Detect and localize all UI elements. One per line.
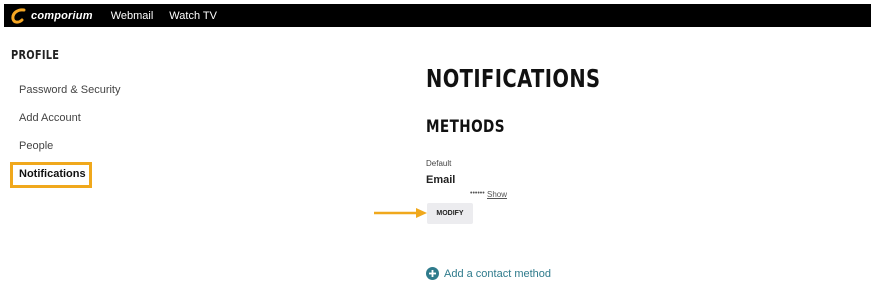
show-link[interactable]: Show xyxy=(487,190,507,199)
nav-link-webmail[interactable]: Webmail xyxy=(111,10,154,22)
add-contact-label: Add a contact method xyxy=(444,267,552,280)
comporium-logo[interactable]: comporium xyxy=(10,4,93,27)
sidebar-heading: PROFILE xyxy=(11,48,60,62)
plus-circle-icon xyxy=(426,267,439,280)
masked-value: •••••• xyxy=(470,190,485,197)
arrow-right-icon xyxy=(374,208,427,218)
sidebar-item-people[interactable]: People xyxy=(19,140,53,152)
method-value: Email xyxy=(426,174,456,186)
section-title-methods: METHODS xyxy=(426,117,505,137)
method-default-label: Default xyxy=(426,159,452,168)
page-title: NOTIFICATIONS xyxy=(426,64,601,93)
sidebar-item-notifications[interactable]: Notifications xyxy=(19,168,86,180)
top-navigation-bar: comporium Webmail Watch TV xyxy=(4,4,871,27)
nav-link-watch-tv[interactable]: Watch TV xyxy=(169,10,217,22)
comporium-logo-icon xyxy=(11,7,26,24)
sidebar-item-password-security[interactable]: Password & Security xyxy=(19,84,120,96)
add-contact-method-link[interactable]: Add a contact method xyxy=(426,267,551,280)
sidebar-item-add-account[interactable]: Add Account xyxy=(19,112,81,124)
logo-text: comporium xyxy=(31,9,93,22)
modify-button[interactable]: MODIFY xyxy=(427,203,473,224)
